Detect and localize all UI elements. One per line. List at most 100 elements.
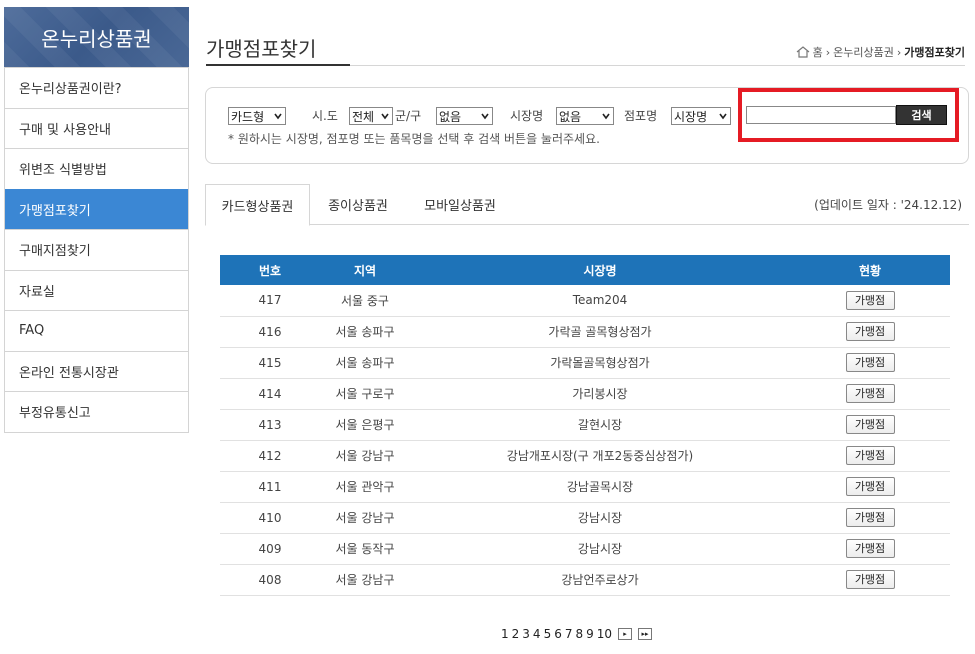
cell-no: 410 — [220, 502, 320, 534]
status-button[interactable]: 가맹점 — [845, 384, 895, 403]
header-region: 지역 — [320, 255, 410, 285]
tab-mobile[interactable]: 모바일상품권 — [410, 184, 510, 225]
market-select[interactable]: 없음 — [556, 107, 614, 125]
table-header-row: 번호 지역 시장명 현황 — [220, 255, 950, 285]
sidebar-item-report[interactable]: 부정유통신고 — [5, 391, 188, 432]
table-row: 416 서울 송파구 가락골 골목형상점가 가맹점 — [220, 316, 950, 348]
status-button[interactable]: 가맹점 — [845, 322, 895, 341]
status-button[interactable]: 가맹점 — [845, 446, 895, 465]
cell-market: 강남시장 — [410, 533, 790, 565]
sidebar-item-about[interactable]: 온누리상품권이란? — [5, 67, 188, 108]
card-type-select[interactable]: 카드형 — [228, 107, 286, 125]
page-link-8[interactable]: 8 — [575, 627, 583, 641]
page-link-5[interactable]: 5 — [544, 627, 552, 641]
status-button[interactable]: 가맹점 — [845, 415, 895, 434]
gungu-select[interactable]: 없음 — [436, 107, 493, 125]
table-row: 412 서울 강남구 강남개포시장(구 개포2동중심상점가) 가맹점 — [220, 440, 950, 472]
last-page-icon[interactable]: ▸▸ — [638, 628, 653, 640]
breadcrumb: 홈 › 온누리상품권 › 가맹점포찾기 — [796, 44, 965, 60]
status-button[interactable]: 가맹점 — [845, 539, 895, 558]
status-button[interactable]: 가맹점 — [845, 570, 895, 589]
cell-region: 서울 동작구 — [320, 533, 410, 565]
header-status: 현황 — [790, 255, 950, 285]
page-link-1[interactable]: 1 — [501, 627, 509, 641]
page-link-4[interactable]: 4 — [533, 627, 541, 641]
cell-region: 서울 강남구 — [320, 502, 410, 534]
status-button[interactable]: 가맹점 — [845, 477, 895, 496]
sidebar-item-faq[interactable]: FAQ — [5, 310, 188, 351]
sidebar-item-resources[interactable]: 자료실 — [5, 269, 188, 310]
cell-no: 409 — [220, 533, 320, 565]
cell-no: 411 — [220, 471, 320, 503]
cell-status: 가맹점 — [790, 285, 950, 317]
sidebar-item-purchase-guide[interactable]: 구매 및 사용안내 — [5, 107, 188, 148]
cell-region: 서울 중구 — [320, 285, 410, 317]
store-label: 점포명 — [624, 109, 658, 123]
chevron-down-icon — [602, 113, 610, 120]
cell-no: 412 — [220, 440, 320, 472]
sidebar: 온누리상품권 온누리상품권이란? 구매 및 사용안내 위변조 식별방법 가맹점포… — [4, 7, 189, 433]
table-row: 408 서울 강남구 강남언주로상가 가맹점 — [220, 564, 950, 596]
chevron-down-icon — [381, 113, 389, 120]
cell-status: 가맹점 — [790, 347, 950, 379]
cell-no: 413 — [220, 409, 320, 441]
breadcrumb-separator-icon: › — [896, 45, 902, 59]
tab-paper[interactable]: 종이상품권 — [315, 184, 401, 225]
chevron-down-icon — [719, 113, 727, 120]
sidebar-brand: 온누리상품권 — [4, 7, 189, 67]
sidebar-item-store-search[interactable]: 가맹점포찾기 — [5, 188, 188, 229]
sidebar-menu: 온누리상품권이란? 구매 및 사용안내 위변조 식별방법 가맹점포찾기 구매지점… — [4, 67, 189, 433]
sido-select[interactable]: 전체 — [349, 107, 393, 125]
breadcrumb-parent[interactable]: 온누리상품권 — [833, 44, 894, 60]
cell-status: 가맹점 — [790, 409, 950, 441]
cell-status: 가맹점 — [790, 316, 950, 348]
breadcrumb-separator-icon: › — [825, 45, 831, 59]
status-button[interactable]: 가맹점 — [845, 353, 895, 372]
page-link-10[interactable]: 10 — [597, 627, 612, 641]
cell-market: 갈현시장 — [410, 409, 790, 441]
sidebar-item-branch-search[interactable]: 구매지점찾기 — [5, 229, 188, 270]
cell-status: 가맹점 — [790, 378, 950, 410]
tab-card[interactable]: 카드형상품권 — [205, 184, 310, 226]
cell-region: 서울 송파구 — [320, 316, 410, 348]
pagination: 1 2 3 4 5 6 7 8 9 10 ▸ ▸▸ — [501, 627, 653, 641]
sidebar-item-counterfeit[interactable]: 위변조 식별방법 — [5, 148, 188, 189]
page-link-6[interactable]: 6 — [554, 627, 562, 641]
breadcrumb-home[interactable]: 홈 — [813, 44, 823, 60]
sido-label: 시.도 — [312, 109, 338, 123]
cell-market: 강남개포시장(구 개포2동중심상점가) — [410, 440, 790, 472]
title-divider — [350, 65, 965, 66]
header-market: 시장명 — [410, 255, 790, 285]
page-link-2[interactable]: 2 — [512, 627, 520, 641]
store-type-select[interactable]: 시장명 — [671, 107, 731, 125]
next-page-icon[interactable]: ▸ — [618, 628, 633, 640]
cell-no: 416 — [220, 316, 320, 348]
store-table: 번호 지역 시장명 현황 417 서울 중구 Team204 가맹점 416 서… — [220, 255, 950, 596]
gungu-label: 군/구 — [395, 109, 422, 123]
cell-status: 가맹점 — [790, 471, 950, 503]
status-button[interactable]: 가맹점 — [845, 508, 895, 527]
cell-market: 강남언주로상가 — [410, 564, 790, 596]
search-hint: * 원하시는 시장명, 점포명 또는 품목명을 선택 후 검색 버튼을 눌러주세… — [228, 132, 600, 146]
cell-no: 415 — [220, 347, 320, 379]
table-row: 414 서울 구로구 가리봉시장 가맹점 — [220, 378, 950, 410]
highlight-box — [738, 88, 959, 142]
update-date: (업데이트 일자 : '24.12.12) — [814, 198, 962, 212]
table-row: 409 서울 동작구 강남시장 가맹점 — [220, 533, 950, 565]
cell-region: 서울 은평구 — [320, 409, 410, 441]
cell-region: 서울 강남구 — [320, 440, 410, 472]
cell-no: 408 — [220, 564, 320, 596]
title-underline — [206, 64, 350, 66]
page-link-9[interactable]: 9 — [586, 627, 594, 641]
cell-status: 가맹점 — [790, 533, 950, 565]
page-link-3[interactable]: 3 — [522, 627, 530, 641]
sidebar-item-online-market[interactable]: 온라인 전통시장관 — [5, 350, 188, 391]
status-button[interactable]: 가맹점 — [845, 290, 895, 310]
cell-no: 417 — [220, 285, 320, 317]
cell-region: 서울 구로구 — [320, 378, 410, 410]
cell-market: Team204 — [410, 285, 790, 317]
page-link-7[interactable]: 7 — [565, 627, 573, 641]
home-icon[interactable] — [796, 46, 810, 58]
table-row: 413 서울 은평구 갈현시장 가맹점 — [220, 409, 950, 441]
cell-market: 가락골 골목형상점가 — [410, 316, 790, 348]
